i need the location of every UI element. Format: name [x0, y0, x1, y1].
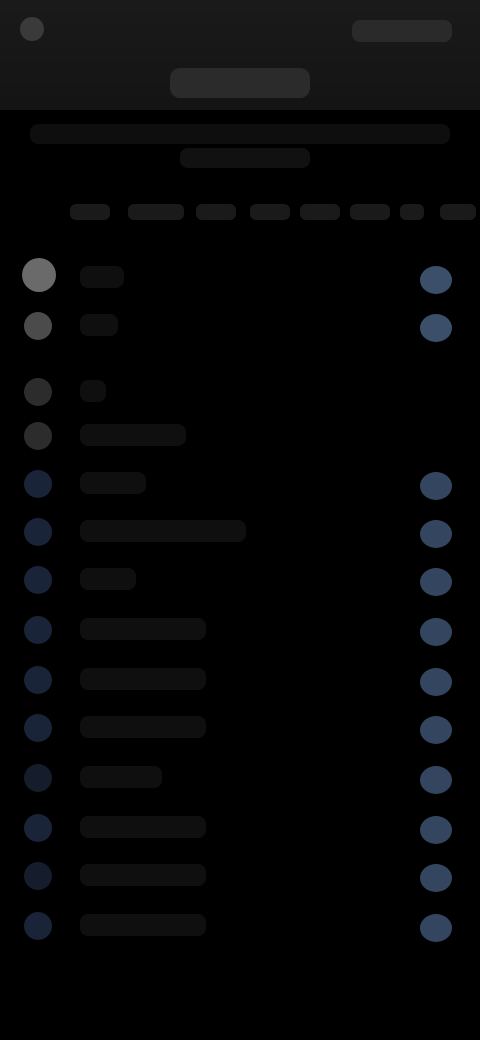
list-item-label: [80, 520, 246, 542]
toggle-icon[interactable]: [420, 716, 452, 744]
list-item-label: [80, 716, 206, 738]
subtitle-area: [20, 110, 460, 180]
toggle-icon[interactable]: [420, 816, 452, 844]
avatar: [24, 518, 52, 546]
list-item[interactable]: [0, 460, 480, 506]
list-item[interactable]: [0, 902, 480, 948]
toggle-icon[interactable]: [420, 472, 452, 500]
avatar: [24, 616, 52, 644]
toggle-icon[interactable]: [420, 668, 452, 696]
list-item-label: [80, 380, 106, 402]
back-icon[interactable]: [20, 17, 44, 41]
back-button[interactable]: [20, 14, 54, 44]
list-item-label: [80, 914, 206, 936]
list-item-label: [80, 472, 146, 494]
column-header: [128, 204, 184, 220]
avatar: [24, 912, 52, 940]
list-item[interactable]: [0, 656, 480, 702]
list-item[interactable]: [0, 754, 480, 800]
list-item[interactable]: [0, 302, 480, 348]
column-header: [196, 204, 236, 220]
avatar: [22, 258, 56, 292]
list-item-label: [80, 266, 124, 288]
column-header: [400, 204, 424, 220]
toggle-icon[interactable]: [420, 914, 452, 942]
subtitle-line-2: [180, 148, 310, 168]
column-header-strip: [0, 198, 480, 226]
top-bar: [0, 0, 480, 110]
avatar: [24, 422, 52, 450]
subtitle-line-1: [30, 124, 450, 144]
column-header: [250, 204, 290, 220]
column-header: [300, 204, 340, 220]
toggle-icon[interactable]: [420, 266, 452, 294]
column-header: [350, 204, 390, 220]
page-title: [170, 68, 310, 98]
list-item[interactable]: [0, 254, 480, 300]
avatar: [24, 470, 52, 498]
list-item-label: [80, 618, 206, 640]
list-item-label: [80, 816, 206, 838]
list-item[interactable]: [0, 556, 480, 602]
avatar: [24, 764, 52, 792]
list-item[interactable]: [0, 852, 480, 898]
page-root: { "topbar": { "back_label": "", "action_…: [0, 0, 480, 1040]
list-item-label: [80, 864, 206, 886]
toggle-icon[interactable]: [420, 864, 452, 892]
column-header: [440, 204, 476, 220]
avatar: [24, 666, 52, 694]
list-item-label: [80, 424, 186, 446]
list-item[interactable]: [0, 606, 480, 652]
avatar: [24, 378, 52, 406]
list-item-label: [80, 568, 136, 590]
avatar: [24, 862, 52, 890]
list-item[interactable]: [0, 508, 480, 554]
list-item[interactable]: [0, 412, 480, 458]
toggle-icon[interactable]: [420, 568, 452, 596]
avatar: [24, 566, 52, 594]
list-item[interactable]: [0, 704, 480, 750]
list-item[interactable]: [0, 368, 480, 414]
top-action-button[interactable]: [352, 20, 452, 42]
list-item[interactable]: [0, 804, 480, 850]
toggle-icon[interactable]: [420, 766, 452, 794]
list-item-label: [80, 314, 118, 336]
list-item-label: [80, 766, 162, 788]
column-header: [70, 204, 110, 220]
toggle-icon[interactable]: [420, 314, 452, 342]
list-item-label: [80, 668, 206, 690]
avatar: [24, 814, 52, 842]
avatar: [24, 312, 52, 340]
toggle-icon[interactable]: [420, 618, 452, 646]
toggle-icon[interactable]: [420, 520, 452, 548]
avatar: [24, 714, 52, 742]
